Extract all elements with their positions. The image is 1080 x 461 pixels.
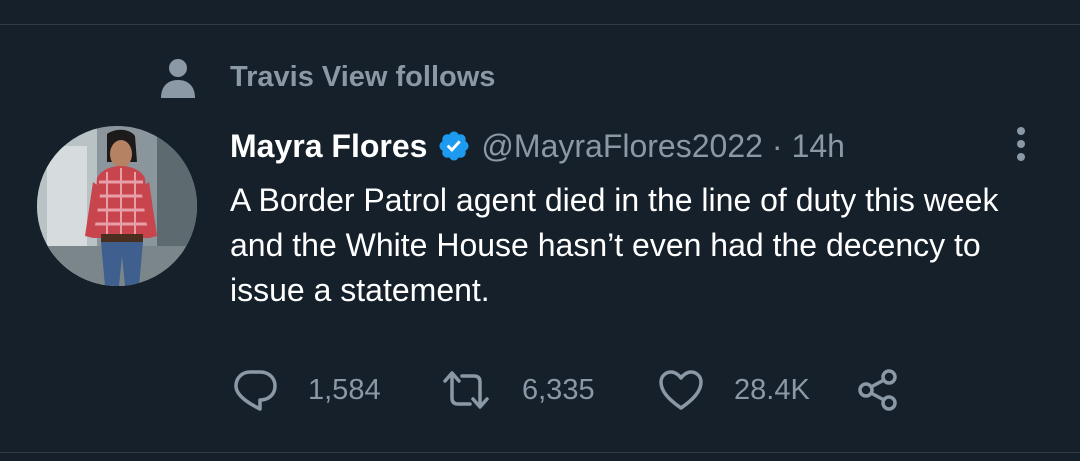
social-context-text[interactable]: Travis View follows — [230, 58, 495, 96]
retweet-icon — [443, 371, 489, 409]
separator-dot: · — [771, 128, 783, 164]
bottom-divider — [0, 452, 1080, 453]
like-button[interactable]: 28.4K — [658, 366, 856, 414]
heart-icon — [659, 370, 703, 410]
reply-count: 1,584 — [308, 374, 381, 406]
person-icon — [161, 59, 195, 98]
more-options-button[interactable] — [1006, 122, 1036, 166]
share-icon — [858, 369, 897, 411]
avatar-image — [37, 126, 197, 286]
like-count: 28.4K — [734, 374, 810, 406]
retweet-count: 6,335 — [522, 374, 595, 406]
reply-icon — [234, 370, 277, 411]
social-context — [160, 58, 196, 100]
avatar[interactable] — [37, 126, 197, 286]
tweet-text: A Border Patrol agent died in the line o… — [230, 182, 999, 308]
tweet-actions: 1,584 6,335 28.4K — [232, 366, 906, 414]
tweet-timestamp[interactable]: 14h — [792, 124, 845, 168]
tweet-header: Mayra Flores @MayraFlores2022 · 14h — [230, 124, 845, 168]
retweet-button[interactable]: 6,335 — [440, 366, 658, 414]
reply-button[interactable]: 1,584 — [232, 366, 440, 414]
author-handle[interactable]: @MayraFlores2022 — [481, 124, 762, 168]
author-name[interactable]: Mayra Flores — [230, 124, 427, 168]
more-dots-icon — [1017, 127, 1025, 161]
verified-badge-icon — [439, 131, 469, 161]
top-divider — [0, 24, 1080, 25]
share-button[interactable] — [856, 366, 906, 414]
